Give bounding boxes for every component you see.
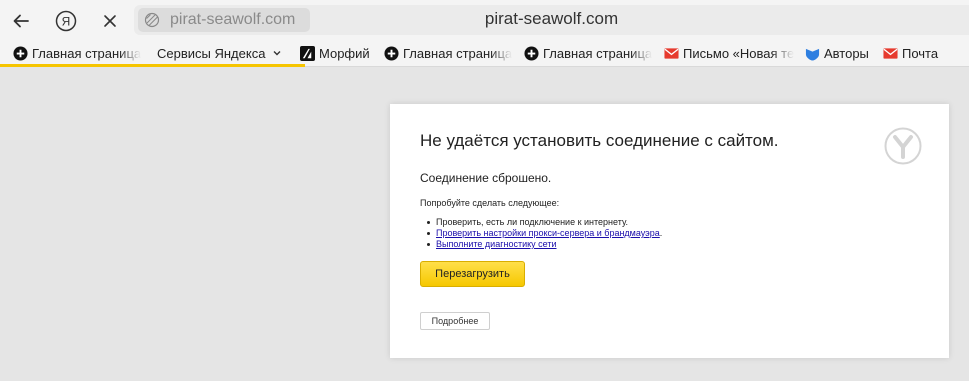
bookmark-home-2[interactable]: Главная страница bbox=[384, 43, 512, 63]
yandex-browser-logo-icon bbox=[884, 127, 922, 165]
bookmark-home-1[interactable]: Главная страница bbox=[13, 43, 141, 63]
shield-icon bbox=[805, 48, 820, 61]
chevron-down-icon bbox=[273, 51, 281, 56]
yandex-ya-icon: Я bbox=[55, 10, 77, 32]
suggestion-check-proxy: Проверить настройки прокси-сервера и бра… bbox=[426, 228, 663, 238]
plus-circle-icon bbox=[13, 45, 28, 61]
bookmark-label: Главная страница bbox=[403, 45, 512, 61]
bookmarks-bar: Главная страница Сервисы Яндекса Морфий … bbox=[0, 40, 969, 102]
mail-icon bbox=[883, 47, 898, 59]
suggestions-list: Проверить, есть ли подключение к интерне… bbox=[426, 217, 663, 250]
suggestion-text: Проверить, есть ли подключение к интерне… bbox=[436, 217, 629, 227]
error-card: Не удаётся установить соединение с сайто… bbox=[390, 104, 949, 358]
try-label: Попробуйте сделать следующее: bbox=[420, 198, 560, 208]
suggestion-check-internet: Проверить, есть ли подключение к интерне… bbox=[426, 217, 662, 228]
bookmark-label: Сервисы Яндекса bbox=[157, 45, 266, 61]
bookmark-label: Морфий bbox=[319, 45, 370, 61]
bookmark-label: Главная страница bbox=[32, 45, 141, 61]
bookmark-yandex-services[interactable]: Сервисы Яндекса bbox=[157, 43, 287, 63]
yandex-button[interactable]: Я bbox=[51, 6, 81, 36]
error-message: Соединение сброшено. bbox=[420, 171, 552, 185]
address-bar[interactable]: pirat-seawolf.com pirat-seawolf.com bbox=[134, 5, 969, 35]
reload-button[interactable]: Перезагрузить bbox=[420, 261, 525, 287]
bookmark-mail[interactable]: Почта bbox=[883, 43, 945, 63]
suggestion-diagnostics: Выполните диагностику сети bbox=[426, 239, 662, 250]
mail-icon bbox=[664, 47, 679, 59]
morfiy-logo-icon bbox=[300, 45, 315, 61]
bookmarks-active-underline bbox=[0, 64, 305, 67]
bookmark-label: Главная страница bbox=[543, 45, 652, 61]
network-diagnostics-link[interactable]: Выполните диагностику сети bbox=[436, 239, 557, 249]
svg-text:Я: Я bbox=[62, 15, 71, 29]
browser-toolbar: Я pirat-seawolf.com pirat-seawolf.com bbox=[0, 0, 969, 40]
bookmark-morfiy[interactable]: Морфий bbox=[300, 43, 375, 63]
bookmark-authors[interactable]: Авторы bbox=[805, 43, 875, 63]
bookmark-label: Авторы bbox=[824, 45, 869, 61]
plus-circle-icon bbox=[524, 45, 539, 61]
page-title: pirat-seawolf.com bbox=[484, 9, 619, 28]
arrow-left-icon bbox=[13, 14, 29, 28]
stop-button[interactable] bbox=[95, 6, 125, 36]
bookmark-label: Почта bbox=[902, 45, 939, 61]
back-button[interactable] bbox=[6, 6, 36, 36]
proxy-settings-link[interactable]: Проверить настройки прокси-сервера и бра… bbox=[436, 228, 660, 238]
plus-circle-icon bbox=[384, 45, 399, 61]
bookmark-home-3[interactable]: Главная страница bbox=[524, 43, 652, 63]
bookmark-mail-letter[interactable]: Письмо «Новая те bbox=[664, 43, 794, 63]
close-icon bbox=[104, 15, 116, 27]
details-button[interactable]: Подробнее bbox=[420, 312, 490, 330]
bookmark-label: Письмо «Новая те bbox=[683, 45, 794, 61]
error-title: Не удаётся установить соединение с сайто… bbox=[420, 131, 779, 150]
